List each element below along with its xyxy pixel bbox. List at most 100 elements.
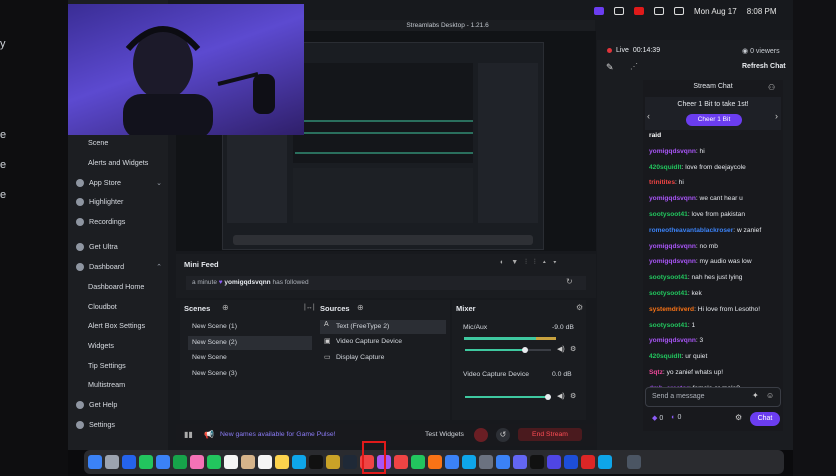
scene-item[interactable]: New Scene (1) [192,323,237,330]
scene-item[interactable]: New Scene [192,354,227,361]
sidebar-item-get-ultra[interactable]: Get Ultra [76,242,166,251]
discord-icon[interactable] [513,455,527,469]
browser-icon[interactable] [598,455,612,469]
contacts-icon[interactable] [241,455,255,469]
chat-username[interactable]: sootysoot41 [649,322,688,329]
numbers-icon[interactable] [411,455,425,469]
search-icon[interactable] [654,7,664,15]
stats-icon[interactable]: ▮▮ [184,430,193,439]
end-stream-button[interactable]: End Stream [518,428,582,441]
chat-input[interactable]: Send a message [645,387,781,407]
video-slider-knob[interactable] [544,394,551,400]
app-store-dock-icon[interactable] [462,455,476,469]
menubar-date[interactable]: Mon Aug 17 [694,7,737,16]
mail-icon[interactable] [156,455,170,469]
obs-icon[interactable] [343,455,357,469]
chat-send-button[interactable]: Chat [750,412,780,426]
streamlabs-icon[interactable] [326,455,340,469]
finder-icon[interactable] [88,455,102,469]
calendar-icon[interactable] [224,455,238,469]
photos-icon[interactable] [190,455,204,469]
chat-username[interactable]: systemdriverd [649,306,694,313]
record-button[interactable] [474,428,488,442]
sidebar-item-widgets[interactable]: Widgets [88,341,178,350]
launchpad-icon[interactable] [105,455,119,469]
source-item[interactable]: Display Capture [336,354,384,361]
pages-icon[interactable] [428,455,442,469]
speaker-icon[interactable]: ◀) [557,345,565,353]
chat-username[interactable]: romeotheavantablackroser [649,227,733,234]
game-pulse-notice[interactable]: New games available for Game Pulse! [220,431,336,438]
system-settings-icon[interactable] [479,455,493,469]
acrobat-icon[interactable] [581,455,595,469]
facetime-icon[interactable] [207,455,221,469]
record-indicator-icon[interactable] [634,7,644,15]
sidebar-item-highlighter[interactable]: Highlighter [76,197,166,206]
xcode-icon[interactable] [496,455,510,469]
chat-username[interactable]: raid [649,132,661,139]
control-center-icon[interactable] [674,7,684,15]
sidebar-item-tip-settings[interactable]: Tip Settings [88,361,178,370]
sidebar-item-scene[interactable]: Scene [88,138,178,147]
menubar-time[interactable]: 8:08 PM [747,7,777,16]
share-icon[interactable]: ⋰ [630,62,638,71]
cheer-button[interactable]: Cheer 1 Bit [686,114,742,126]
chat-username[interactable]: sootysoot41 [649,274,688,281]
add-source-icon[interactable]: ⊕ [357,303,364,312]
chat-username[interactable]: sootysoot41 [649,211,688,218]
scene-item-selected[interactable]: New Scene (2) [188,336,312,350]
keynote-icon[interactable] [445,455,459,469]
sidebar-item-multistream[interactable]: Multistream [88,380,178,389]
scene-collapse-icon[interactable]: |↔| [304,304,315,311]
scene-item[interactable]: New Scene (3) [192,370,237,377]
refresh-icon[interactable]: ↻ [566,277,573,286]
chat-username[interactable]: Sqtz [649,369,663,376]
maps-icon[interactable] [173,455,187,469]
mini-feed-controls-icon[interactable]: ◐▼⫶⫶▴▾ [500,259,564,267]
chevron-left-icon[interactable]: ‹ [647,111,650,121]
refresh-chat-button[interactable]: Refresh Chat [742,63,786,70]
screen-record-icon[interactable] [594,7,604,15]
news-icon[interactable] [394,455,408,469]
gear-icon[interactable]: ⚙ [735,413,742,422]
emoji-icon[interactable]: ☺ [766,391,774,400]
sidebar-item-get-help[interactable]: Get Help [76,400,166,409]
sidebar-item-alerts-widgets[interactable]: Alerts and Widgets [88,158,178,167]
sidebar-item-recordings[interactable]: Recordings [76,217,166,226]
messages-icon[interactable] [139,455,153,469]
edit-icon[interactable]: ✎ [606,62,614,73]
chat-username[interactable]: yomigqdsvqnn [649,258,696,265]
gear-icon[interactable]: ⚙ [570,345,576,353]
sidebar-item-dashboard-home[interactable]: Dashboard Home [88,282,178,291]
source-item[interactable]: Video Capture Device [336,338,402,345]
chrome-icon[interactable] [564,455,578,469]
user-settings-icon[interactable]: ⚇ [768,83,775,92]
tv-icon[interactable] [309,455,323,469]
capcut-icon[interactable] [530,455,544,469]
gear-icon[interactable]: ⚙ [576,303,583,312]
replay-button[interactable]: ↺ [496,428,510,442]
add-scene-icon[interactable]: ⊕ [222,303,229,312]
chat-username[interactable]: yomigqdsvqnn [649,243,696,250]
chat-username[interactable]: yomigqdsvqnn [649,148,696,155]
safari-icon[interactable] [122,455,136,469]
chat-username[interactable]: sootysoot41 [649,290,688,297]
speaker-icon[interactable]: ◀) [557,392,565,400]
sidebar-item-app-store[interactable]: App Store ⌄ [76,178,166,187]
imovie-icon[interactable] [547,455,561,469]
source-item-selected[interactable]: Text (FreeType 2) [320,320,446,334]
wifi-icon[interactable] [614,7,624,15]
chat-username[interactable]: 420squidlt [649,164,682,171]
freeform-icon[interactable] [292,455,306,469]
chat-username[interactable]: 420squidlt [649,353,682,360]
sidebar-item-settings[interactable]: Settings [76,420,166,429]
bits-icon[interactable]: ✦ [752,391,759,400]
sidebar-item-dashboard[interactable]: Dashboard ⌃ [76,262,166,271]
sidebar-item-cloudbot[interactable]: Cloudbot [88,302,178,311]
chat-username[interactable]: yomigqdsvqnn [649,195,696,202]
gear-icon[interactable]: ⚙ [570,392,576,400]
trash-icon[interactable] [627,455,641,469]
chat-username[interactable]: yomigqdsvqnn [649,337,696,344]
chevron-right-icon[interactable]: › [775,111,778,121]
sidebar-item-alert-box-settings[interactable]: Alert Box Settings [88,321,178,330]
